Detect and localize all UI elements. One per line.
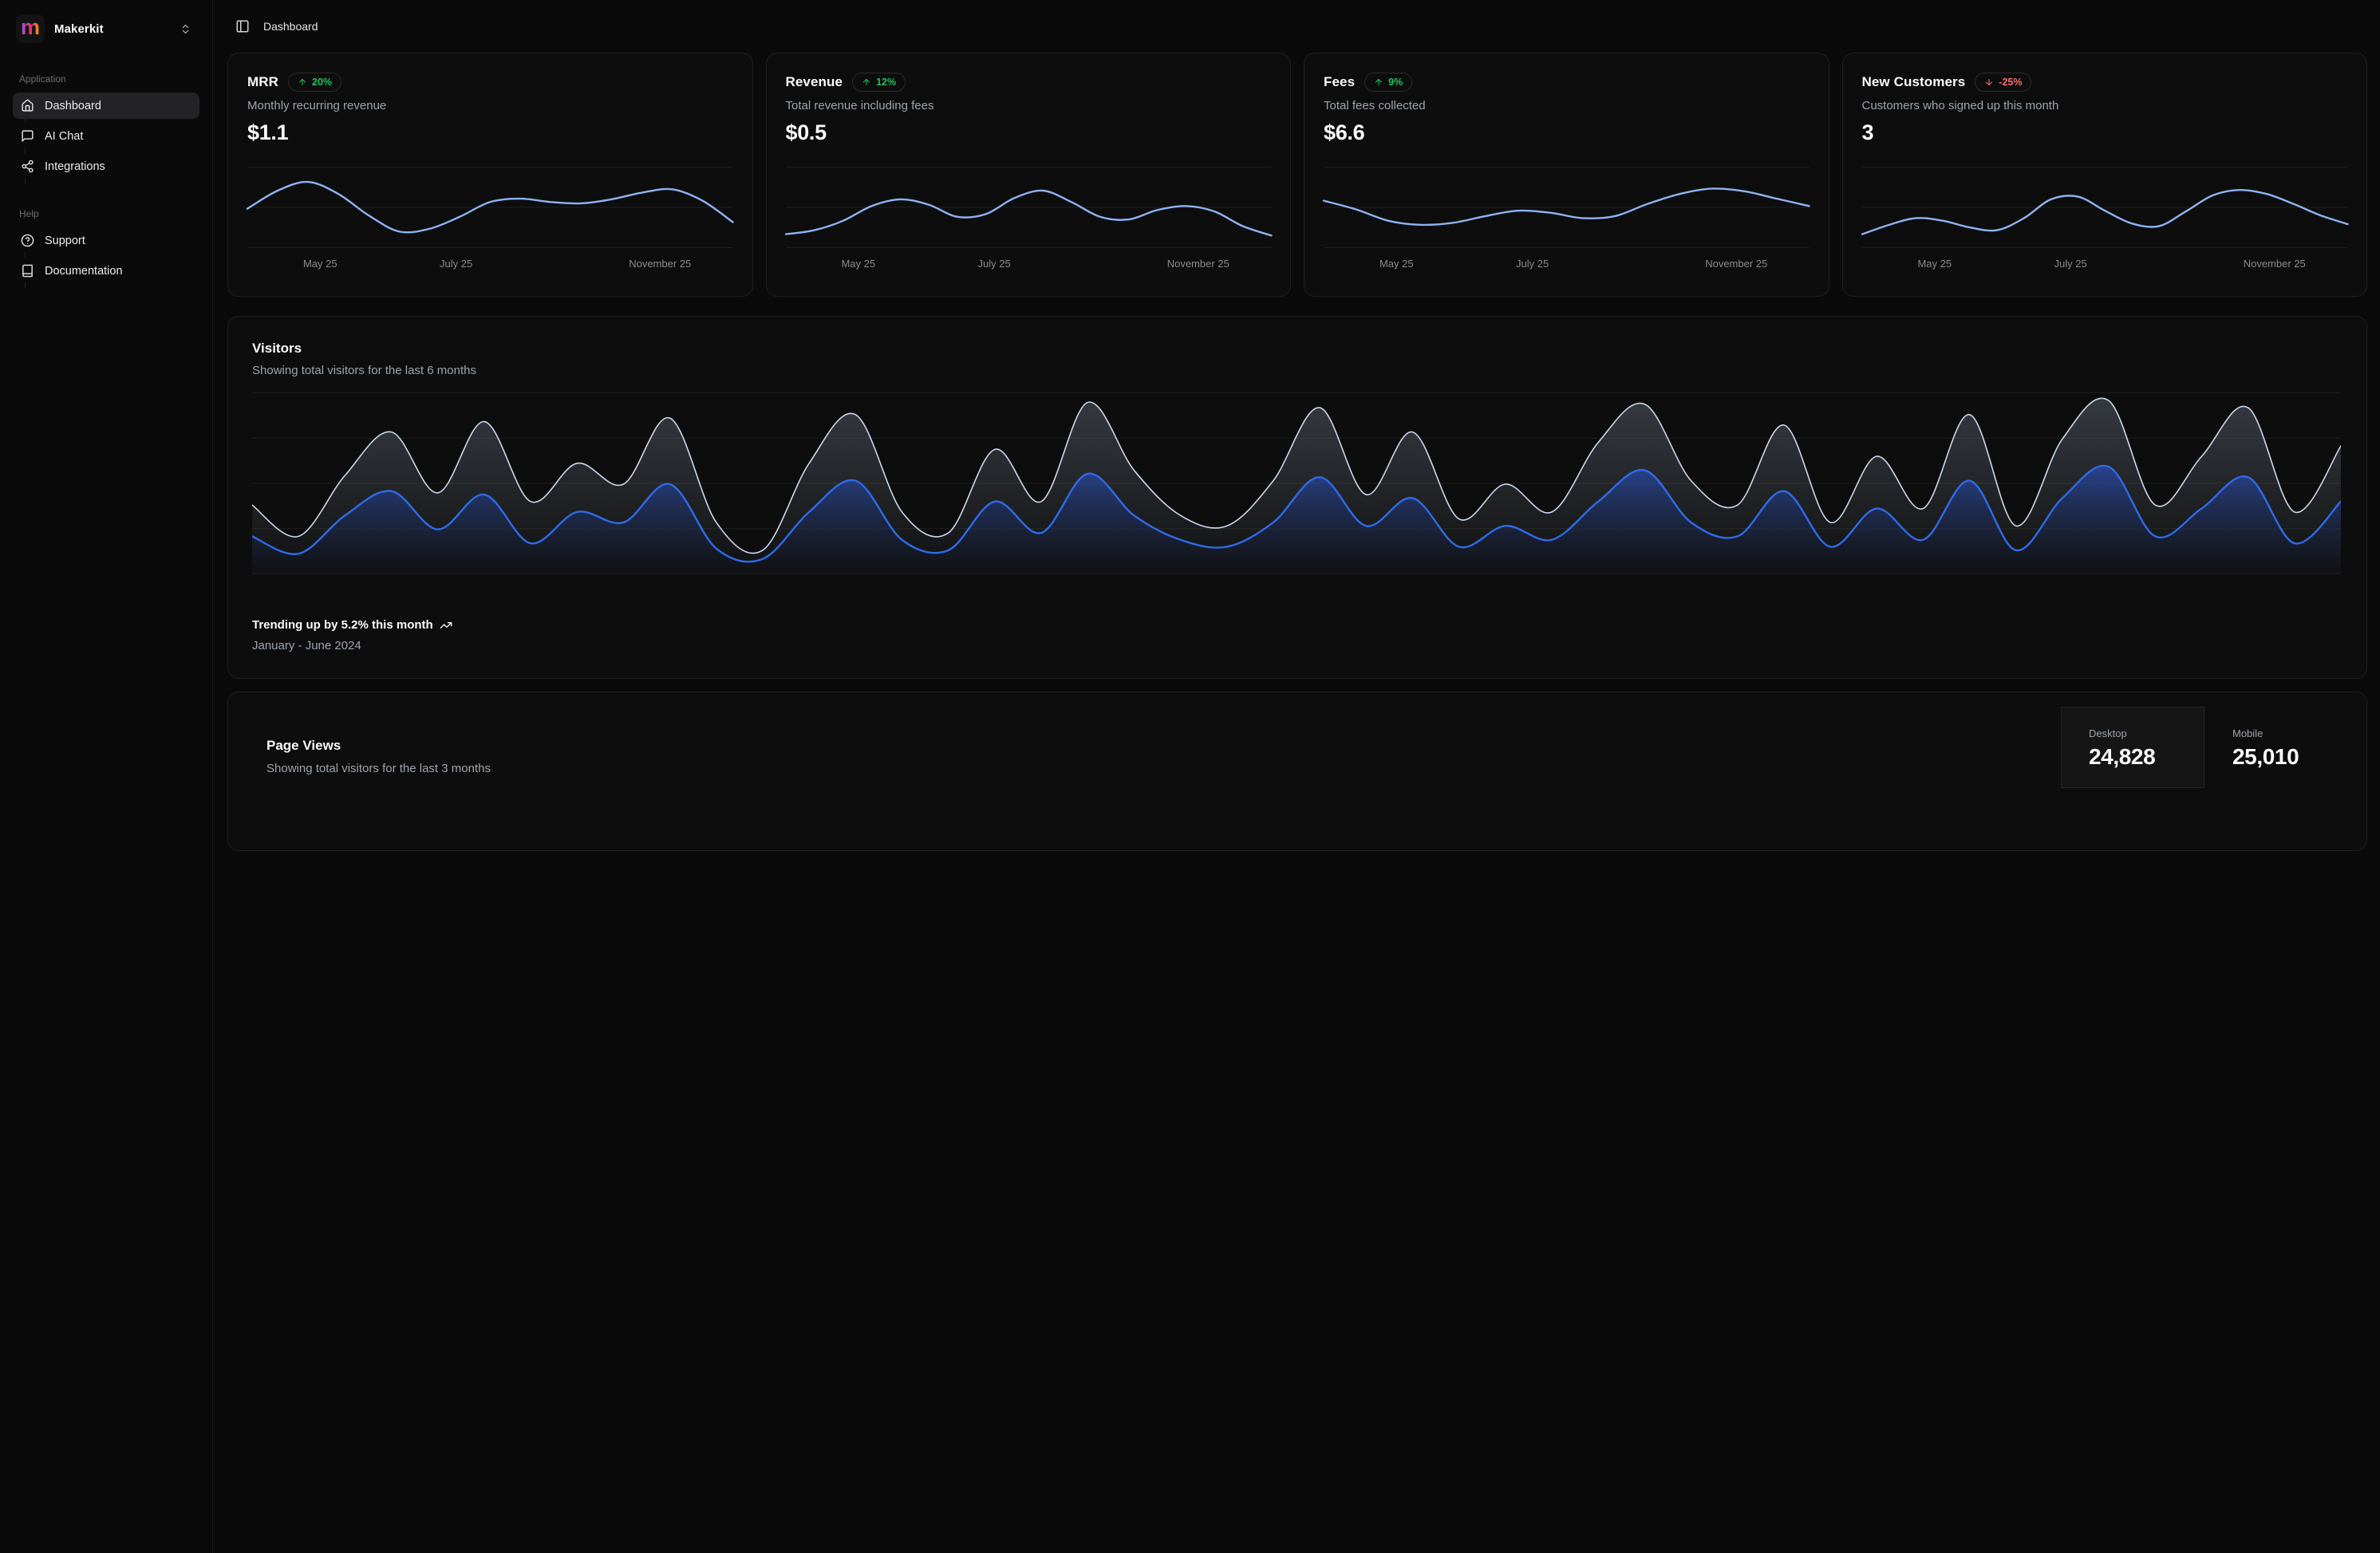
trend-badge-label: 20%	[312, 77, 332, 88]
sparkline-chart	[786, 167, 1272, 248]
sparkline-chart	[247, 167, 733, 248]
visitors-title: Visitors	[252, 341, 2343, 357]
sidebar-item-label: Dashboard	[45, 100, 101, 112]
sparkline-axis: May 25 July 25 November 25	[1324, 258, 1810, 272]
sidebar-item-label: AI Chat	[45, 130, 83, 143]
axis-tick: July 25	[1516, 258, 1549, 270]
axis-tick: May 25	[1379, 258, 1414, 270]
visitors-trend-text: Trending up by 5.2% this month	[252, 618, 433, 632]
arrow-up-icon	[298, 77, 307, 87]
sidebar-item-ai-chat[interactable]: AI Chat	[13, 123, 199, 149]
sparkline-axis: May 25 July 25 November 25	[786, 258, 1272, 272]
arrow-down-icon	[1984, 77, 1994, 87]
mobile-value: 25,010	[2232, 744, 2347, 770]
stat-subtitle: Total revenue including fees	[786, 99, 1272, 112]
axis-tick: November 25	[629, 258, 691, 270]
stat-cards-row: MRR 20% Monthly recurring revenue $1.1 M…	[227, 53, 2367, 297]
sidebar-item-dashboard[interactable]: Dashboard	[13, 93, 199, 119]
panel-left-icon	[235, 19, 250, 34]
sidebar: m Makerkit Application Dashboard AI Chat…	[0, 0, 213, 1553]
stat-card-new-customers: New Customers -25% Customers who signed …	[1842, 53, 2368, 297]
visitors-area-chart	[252, 392, 2341, 574]
page-views-subtitle: Showing total visitors for the last 3 mo…	[266, 762, 2366, 775]
sidebar-toggle-button[interactable]	[235, 19, 250, 34]
trend-badge: 12%	[852, 73, 906, 92]
makerkit-logo: m	[16, 14, 45, 43]
trending-up-icon	[440, 619, 452, 632]
help-nav: Support Documentation	[13, 227, 199, 284]
mobile-toggle[interactable]: Mobile 25,010	[2204, 707, 2348, 788]
stat-subtitle: Monthly recurring revenue	[247, 99, 733, 112]
sidebar-item-support[interactable]: Support	[13, 227, 199, 254]
sparkline-chart	[1862, 167, 2348, 248]
axis-tick: July 25	[2054, 258, 2087, 270]
workspace-name: Makerkit	[54, 22, 104, 36]
circle-help-icon	[21, 234, 34, 247]
sidebar-item-documentation[interactable]: Documentation	[13, 258, 199, 284]
stat-subtitle: Customers who signed up this month	[1862, 99, 2348, 112]
application-nav: Dashboard AI Chat Integrations	[13, 93, 199, 179]
stat-card-fees: Fees 9% Total fees collected $6.6 May 25…	[1304, 53, 1829, 297]
stat-value: $0.5	[786, 120, 1272, 145]
visitors-card: Visitors Showing total visitors for the …	[227, 316, 2367, 679]
arrow-up-icon	[1374, 77, 1383, 87]
house-icon	[21, 99, 34, 112]
workspace-switcher[interactable]: m Makerkit	[13, 13, 199, 45]
stat-subtitle: Total fees collected	[1324, 99, 1810, 112]
trend-badge-label: -25%	[1999, 77, 2022, 88]
message-square-icon	[21, 129, 34, 143]
sidebar-section-help: Help	[19, 208, 199, 219]
axis-tick: May 25	[303, 258, 337, 270]
desktop-toggle[interactable]: Desktop 24,828	[2061, 707, 2204, 788]
trend-badge-label: 9%	[1388, 77, 1403, 88]
axis-tick: November 25	[1167, 258, 1229, 270]
axis-tick: November 25	[1705, 258, 1767, 270]
axis-tick: July 25	[978, 258, 1011, 270]
topbar: Dashboard	[227, 0, 2367, 53]
sparkline-axis: May 25 July 25 November 25	[247, 258, 733, 272]
main-content: Dashboard MRR 20% Monthly recurring reve…	[213, 0, 2380, 1553]
visitors-subtitle: Showing total visitors for the last 6 mo…	[252, 364, 2343, 377]
mobile-label: Mobile	[2232, 727, 2347, 739]
stat-value: 3	[1862, 120, 2348, 145]
logo-m-glyph: m	[21, 17, 40, 38]
page-views-card: Page Views Showing total visitors for th…	[227, 692, 2367, 851]
page-views-title: Page Views	[266, 738, 2366, 754]
stat-title: Revenue	[786, 74, 843, 90]
chevrons-up-down-icon	[180, 23, 191, 35]
trend-badge: -25%	[1975, 73, 2031, 92]
trend-badge-label: 12%	[876, 77, 896, 88]
axis-tick: July 25	[440, 258, 472, 270]
axis-tick: May 25	[841, 258, 875, 270]
stat-value: $6.6	[1324, 120, 1810, 145]
stat-title: Fees	[1324, 74, 1355, 90]
stat-title: MRR	[247, 74, 278, 90]
breadcrumb: Dashboard	[263, 20, 318, 33]
desktop-value: 24,828	[2089, 744, 2204, 770]
visitors-date-range: January - June 2024	[252, 639, 452, 652]
sidebar-section-application: Application	[19, 73, 199, 85]
axis-tick: November 25	[2244, 258, 2306, 270]
sparkline-chart	[1324, 167, 1810, 248]
sidebar-item-label: Support	[45, 235, 85, 247]
book-icon	[21, 264, 34, 278]
sidebar-item-label: Integrations	[45, 160, 105, 173]
sparkline-axis: May 25 July 25 November 25	[1862, 258, 2348, 272]
sidebar-item-integrations[interactable]: Integrations	[13, 153, 199, 179]
desktop-label: Desktop	[2089, 727, 2204, 739]
trend-badge: 9%	[1364, 73, 1412, 92]
share-icon	[21, 160, 34, 173]
visitors-footer: Trending up by 5.2% this month January -…	[252, 618, 452, 652]
stat-card-mrr: MRR 20% Monthly recurring revenue $1.1 M…	[227, 53, 753, 297]
page-views-toggle-group: Desktop 24,828 Mobile 25,010	[2061, 707, 2348, 788]
stat-title: New Customers	[1862, 74, 1966, 90]
arrow-up-icon	[862, 77, 871, 87]
stat-value: $1.1	[247, 120, 733, 145]
sidebar-item-label: Documentation	[45, 265, 123, 278]
stat-card-revenue: Revenue 12% Total revenue including fees…	[766, 53, 1292, 297]
trend-badge: 20%	[288, 73, 341, 92]
axis-tick: May 25	[1917, 258, 1952, 270]
